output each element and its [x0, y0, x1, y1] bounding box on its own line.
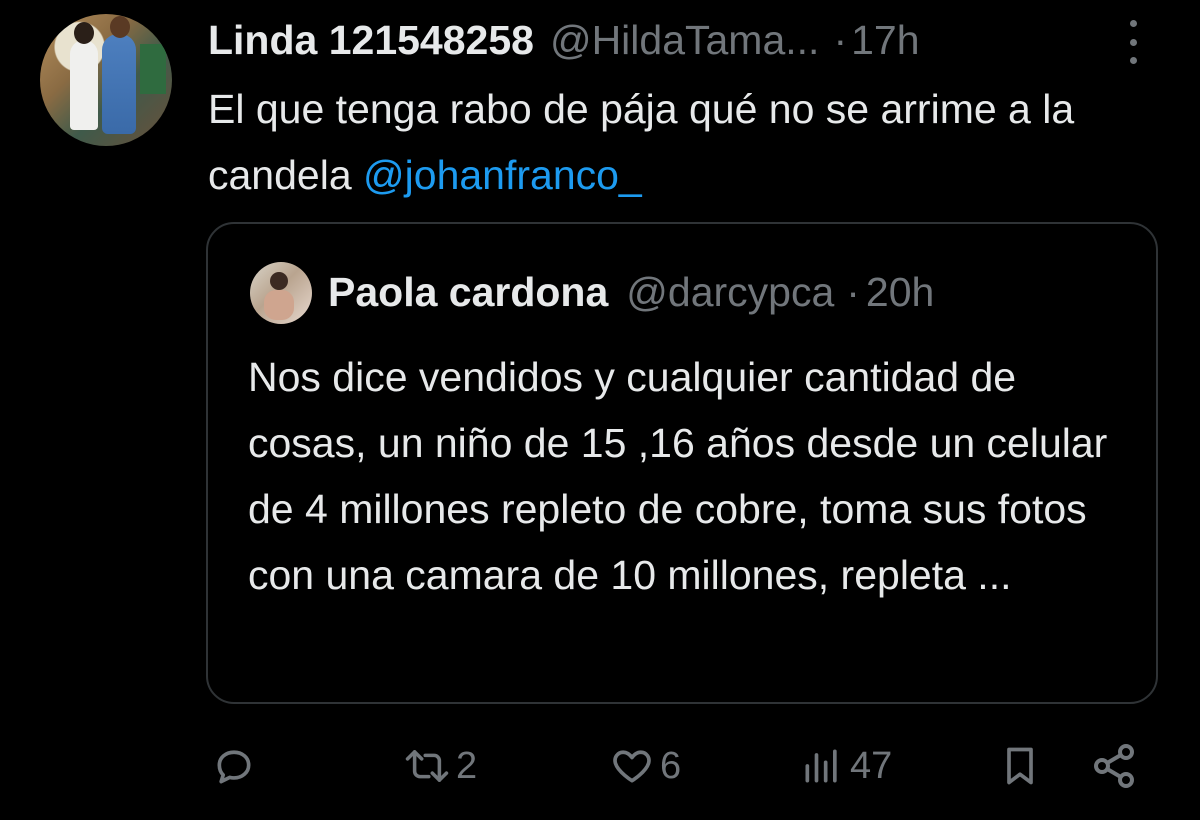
- quoted-author-name[interactable]: Paola cardona: [328, 260, 608, 324]
- bookmark-icon: [1007, 747, 1033, 785]
- quoted-separator-dot: ·: [846, 269, 860, 315]
- tweet-header: Linda 121548258 @HildaTama... · 17h: [208, 8, 920, 72]
- author-handle[interactable]: @HildaTama...: [550, 8, 819, 72]
- quoted-timestamp[interactable]: 20h: [866, 260, 934, 324]
- quoted-author-avatar[interactable]: [250, 262, 312, 324]
- views-button[interactable]: 47: [800, 736, 892, 796]
- more-options-icon[interactable]: [1122, 20, 1144, 64]
- heart-icon: [613, 750, 651, 783]
- views-count: 47: [850, 744, 893, 787]
- mention-link[interactable]: @johanfranco_: [363, 152, 642, 198]
- tweet-timestamp[interactable]: 17h: [851, 8, 919, 72]
- quoted-tweet-header: Paola cardona @darcypca · 20h: [328, 260, 934, 324]
- tweet-actions-bar: 2 6 47: [0, 736, 1200, 796]
- author-avatar[interactable]: [40, 14, 172, 146]
- quoted-tweet-text: Nos dice vendidos y cualquier cantidad d…: [248, 354, 1108, 598]
- bookmark-button[interactable]: [998, 736, 1042, 796]
- like-count: 6: [660, 744, 682, 787]
- reply-icon: [217, 750, 251, 784]
- retweet-icon: [405, 750, 449, 782]
- retweet-button[interactable]: 2: [404, 736, 477, 796]
- quoted-author-handle[interactable]: @darcypca: [626, 260, 834, 324]
- share-button[interactable]: [1090, 736, 1138, 796]
- retweet-count: 2: [456, 744, 478, 787]
- share-icon: [1094, 744, 1134, 788]
- tweet-text: El que tenga rabo de pája qué no se arri…: [208, 76, 1108, 208]
- quoted-tweet[interactable]: Paola cardona @darcypca · 20h Nos dice v…: [206, 222, 1158, 704]
- like-button[interactable]: 6: [610, 736, 681, 796]
- separator-dot: ·: [833, 17, 848, 63]
- author-name[interactable]: Linda 121548258: [208, 8, 534, 72]
- views-icon: [805, 749, 837, 783]
- reply-button[interactable]: [212, 736, 262, 796]
